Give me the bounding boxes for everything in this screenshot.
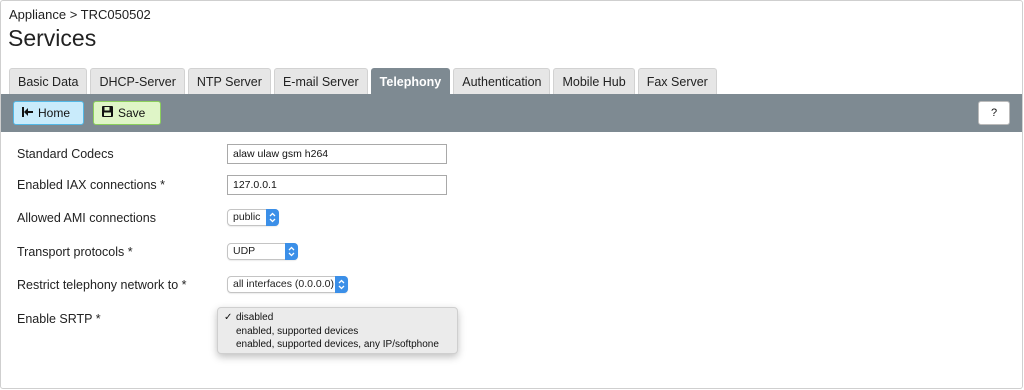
save-button-label: Save (118, 106, 146, 120)
iax-connections-input[interactable]: 127.0.0.1 (227, 175, 447, 195)
floppy-disk-icon (102, 106, 113, 120)
home-first-icon (22, 106, 33, 120)
tab-basic-data[interactable]: Basic Data (9, 68, 88, 95)
toolbar: Home Save ? (1, 94, 1022, 132)
iax-connections-label: Enabled IAX connections * (17, 178, 166, 192)
home-button[interactable]: Home (13, 101, 84, 125)
checkmark-icon: ✓ (224, 312, 233, 323)
window-frame (0, 0, 1023, 389)
restrict-network-value: all interfaces (0.0.0.0) (233, 278, 334, 290)
tab-mobile-hub[interactable]: Mobile Hub (553, 68, 635, 95)
breadcrumb: Appliance > TRC050502 (9, 7, 151, 22)
enable-srtp-label: Enable SRTP * (17, 312, 101, 326)
ami-connections-label: Allowed AMI connections (17, 211, 156, 225)
transport-protocols-label: Transport protocols * (17, 245, 133, 259)
transport-protocols-select[interactable]: UDP (227, 243, 298, 260)
tab-authentication[interactable]: Authentication (453, 68, 551, 95)
srtp-dropdown-menu: ✓ disabled enabled, supported devices en… (217, 307, 458, 354)
tab-telephony[interactable]: Telephony (370, 68, 451, 95)
restrict-network-select[interactable]: all interfaces (0.0.0.0) (227, 276, 348, 293)
srtp-option-label: disabled (236, 312, 274, 323)
tab-fax-server[interactable]: Fax Server (637, 68, 717, 95)
select-stepper-icon (285, 243, 298, 260)
page-title: Services (8, 25, 97, 51)
tab-bar: Basic Data DHCP-Server NTP Server E-mail… (9, 68, 720, 95)
restrict-network-label: Restrict telephony network to * (17, 278, 187, 292)
transport-protocols-value: UDP (233, 245, 256, 257)
ami-connections-select[interactable]: public (227, 209, 279, 226)
srtp-option-enabled-supported[interactable]: enabled, supported devices (218, 325, 457, 339)
ami-connections-value: public (233, 211, 261, 223)
save-button[interactable]: Save (93, 101, 161, 125)
standard-codecs-input[interactable]: alaw ulaw gsm h264 (227, 144, 447, 164)
select-stepper-icon (266, 209, 279, 226)
tab-dhcp-server[interactable]: DHCP-Server (90, 68, 185, 95)
srtp-option-disabled[interactable]: ✓ disabled (218, 311, 457, 325)
help-button[interactable]: ? (978, 101, 1010, 125)
home-button-label: Home (38, 106, 71, 120)
select-stepper-icon (335, 276, 348, 293)
srtp-option-label: enabled, supported devices, any IP/softp… (236, 339, 439, 350)
srtp-option-label: enabled, supported devices (236, 325, 359, 337)
standard-codecs-label: Standard Codecs (17, 147, 114, 161)
srtp-option-enabled-any-ip[interactable]: enabled, supported devices, any IP/softp… (218, 338, 457, 352)
tab-ntp-server[interactable]: NTP Server (187, 68, 271, 95)
tab-email-server[interactable]: E-mail Server (273, 68, 368, 95)
